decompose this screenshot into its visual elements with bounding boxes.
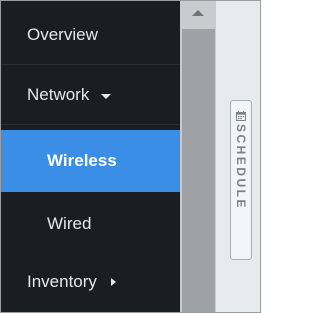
sidebar-item-label: Network [27,84,90,104]
sidebar-nav: Overview Network Wireless Wired Inventor… [1,1,180,312]
schedule-tab[interactable]: SCHEDULE [230,100,252,260]
sidebar-item-wireless[interactable]: Wireless [1,130,180,192]
caret-right-icon [110,278,116,286]
sidebar-scrollbar[interactable] [180,1,216,312]
sidebar-item-overview[interactable]: Overview [1,5,180,65]
app-frame: Overview Network Wireless Wired Inventor… [0,0,261,313]
sidebar-item-label: Wireless [47,151,117,170]
scrollbar-thumb[interactable] [182,29,215,312]
scroll-up-arrow-icon[interactable] [192,10,204,16]
sidebar-item-label: Inventory [27,272,97,291]
sidebar-item-network[interactable]: Network [1,65,180,125]
caret-down-icon [101,93,112,99]
schedule-tab-label: SCHEDULE [234,124,248,211]
sidebar-item-label: Overview [27,24,98,44]
sidebar-item-inventory[interactable]: Inventory [1,252,180,312]
sidebar-item-wired[interactable]: Wired [1,194,180,254]
calendar-icon [236,108,246,121]
sidebar-item-label: Wired [47,214,92,233]
